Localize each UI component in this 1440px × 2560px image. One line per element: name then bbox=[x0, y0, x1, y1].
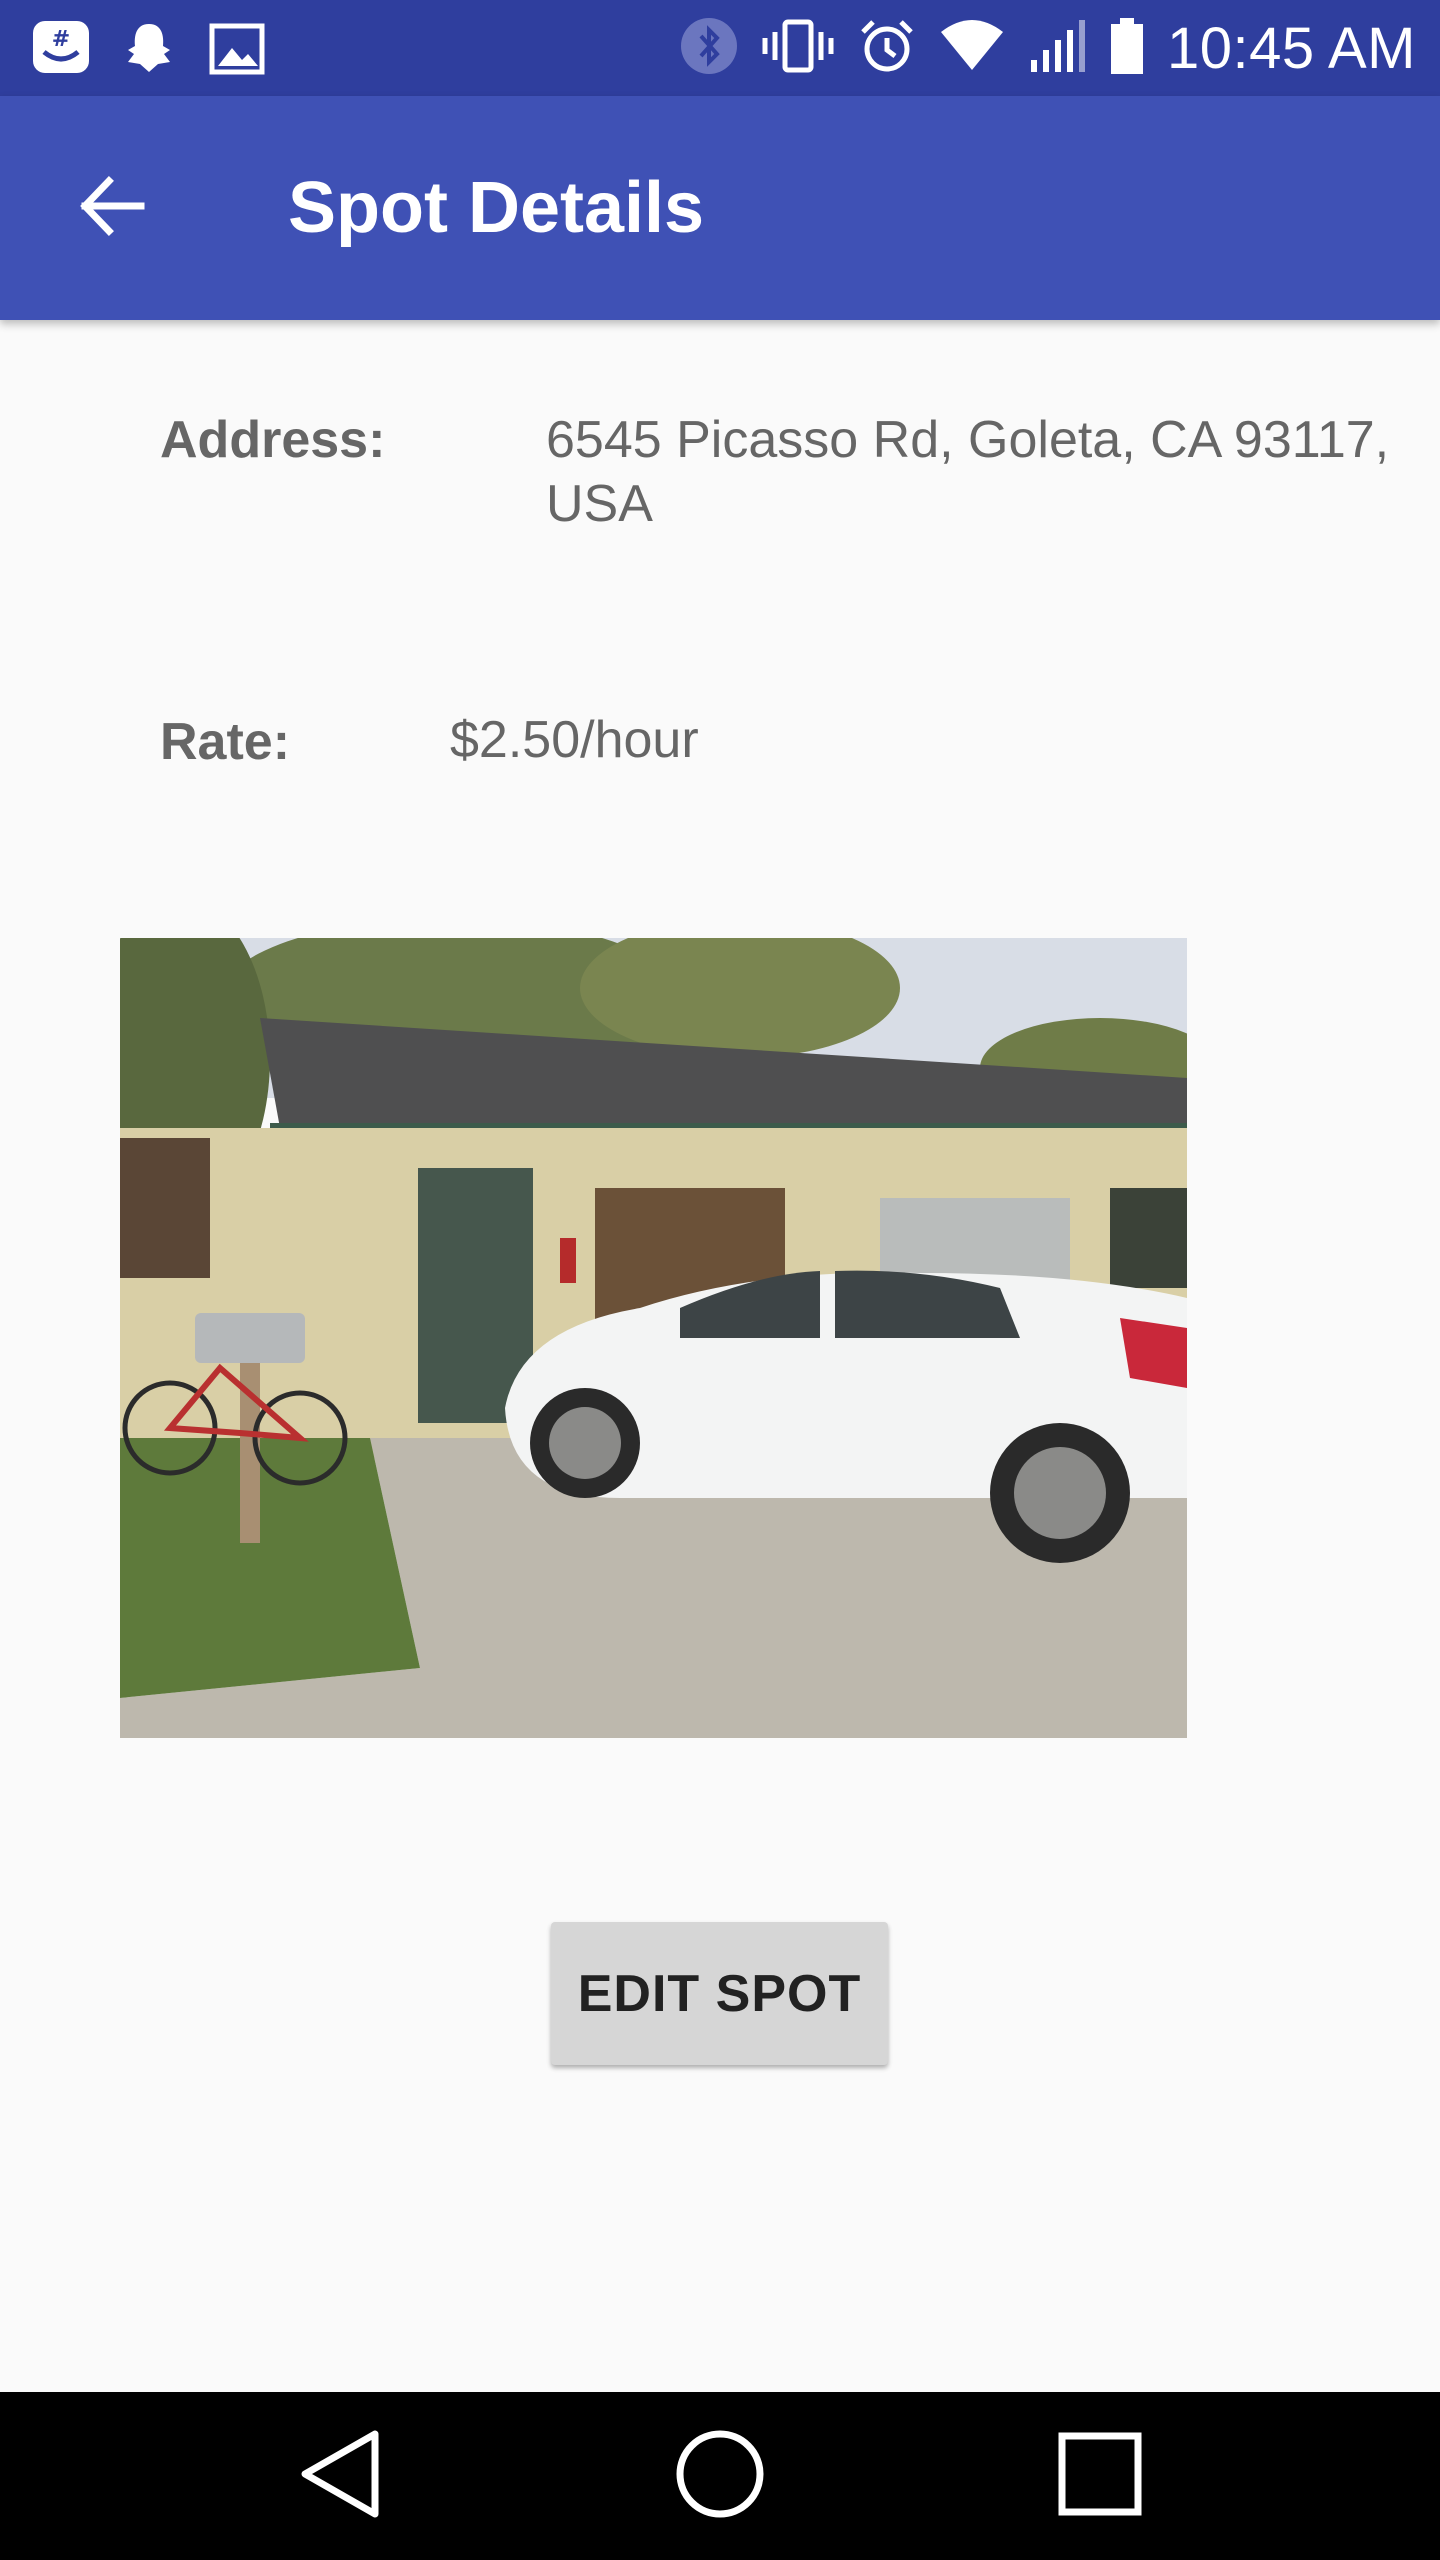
nav-recents-icon bbox=[1050, 2424, 1150, 2529]
vibrate-icon bbox=[761, 16, 835, 81]
address-label: Address: bbox=[160, 411, 386, 469]
status-notifications: # bbox=[30, 18, 268, 85]
nav-back-button[interactable] bbox=[290, 2426, 390, 2526]
snapchat-icon bbox=[118, 18, 180, 85]
address-line-1: 6545 Picasso Rd, Goleta, CA 93117, bbox=[546, 411, 1390, 469]
gallery-icon bbox=[206, 18, 268, 85]
app-bar: Spot Details bbox=[0, 96, 1440, 320]
rate-label: Rate: bbox=[160, 713, 291, 771]
address-line-2: USA bbox=[546, 475, 653, 533]
arrow-back-icon bbox=[77, 171, 147, 246]
parking-spot-photo bbox=[120, 938, 1187, 1738]
wifi-icon bbox=[939, 16, 1005, 81]
nav-back-icon bbox=[295, 2424, 385, 2529]
nav-home-icon bbox=[670, 2424, 770, 2529]
edit-spot-button[interactable]: EDIT SPOT bbox=[551, 1922, 888, 2065]
signal-icon bbox=[1027, 16, 1087, 81]
alarm-icon bbox=[857, 16, 917, 81]
svg-text:#: # bbox=[52, 27, 70, 52]
address-value: 6545 Picasso Rd, Goleta, CA 93117, USA bbox=[546, 408, 1389, 536]
status-system-icons: 10:45 AM bbox=[679, 0, 1416, 96]
page-title: Spot Details bbox=[288, 168, 705, 248]
nav-home-button[interactable] bbox=[670, 2426, 770, 2526]
battery-icon bbox=[1109, 16, 1145, 81]
status-time: 10:45 AM bbox=[1166, 15, 1416, 81]
nav-recents-button[interactable] bbox=[1050, 2426, 1150, 2526]
status-bar: # 10:45 AM bbox=[0, 0, 1440, 96]
back-button[interactable] bbox=[70, 166, 154, 250]
bluetooth-icon bbox=[679, 16, 739, 81]
system-nav-bar bbox=[0, 2392, 1440, 2560]
rate-value: $2.50/hour bbox=[450, 711, 699, 769]
groupme-icon: # bbox=[30, 18, 92, 85]
